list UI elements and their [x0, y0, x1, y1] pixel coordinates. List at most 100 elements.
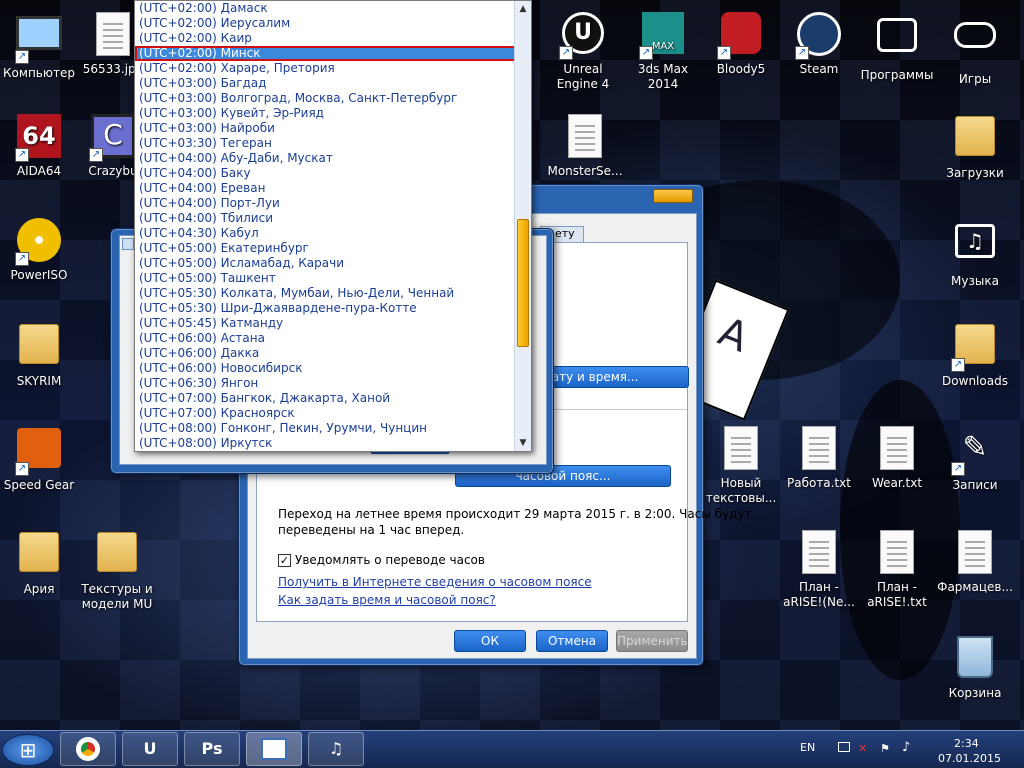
desktop-icon-plan-txt[interactable]: План - aRISE!.txt: [858, 528, 936, 610]
timezone-dropdown-list[interactable]: (UTC+02:00) Дамаск (UTC+02:00) Иерусалим(…: [134, 0, 532, 452]
language-indicator[interactable]: EN: [800, 741, 815, 754]
timezone-option[interactable]: (UTC+04:00) Порт-Луи: [135, 196, 531, 211]
desktop-icon-textures[interactable]: Текстуры и модели MU: [78, 528, 156, 612]
timezone-option[interactable]: (UTC+05:30) Колката, Мумбаи, Нью-Дели, Ч…: [135, 286, 531, 301]
timezone-option[interactable]: (UTC+02:00) Каир: [135, 31, 531, 46]
timezone-option[interactable]: (UTC+08:00) Гонконг, Пекин, Урумчи, Чунц…: [135, 421, 531, 436]
ok-button[interactable]: ОК: [454, 630, 526, 652]
desktop-icon-notes[interactable]: ✎ ↗ Записи: [936, 424, 1014, 493]
icon-label: Записи: [952, 478, 998, 492]
timezone-option[interactable]: (UTC+03:30) Тегеран: [135, 136, 531, 151]
taskbar-itunes[interactable]: ♫: [308, 732, 364, 766]
timezone-option[interactable]: (UTC+06:00) Дакка: [135, 346, 531, 361]
desktop-icon-plan-ne[interactable]: План - aRISE!(Ne...: [780, 528, 858, 610]
shortcut-arrow-icon: ↗: [15, 50, 29, 64]
icon-label: План - aRISE!.txt: [867, 580, 927, 609]
desktop-icon-new-text[interactable]: Новый текстовы...: [702, 424, 780, 506]
timezone-option[interactable]: (UTC+02:00) Иерусалим: [135, 16, 531, 31]
clock-date[interactable]: 07.01.2015: [938, 752, 1001, 765]
folder-box-icon: [877, 18, 917, 52]
button-label: ОК: [481, 634, 499, 648]
button-label: Применить: [617, 634, 688, 648]
notify-checkbox[interactable]: ✓: [278, 554, 291, 567]
scroll-thumb[interactable]: [517, 219, 529, 347]
scroll-up-arrow-icon[interactable]: ▲: [515, 1, 531, 17]
desktop-icon-pharma[interactable]: Фармацев...: [936, 528, 1014, 595]
clock-time[interactable]: 2:34: [954, 737, 979, 750]
start-button[interactable]: ⊞: [2, 734, 54, 766]
timezone-option[interactable]: (UTC+05:00) Исламабад, Карачи: [135, 256, 531, 271]
windows-logo-icon: ⊞: [19, 738, 37, 762]
desktop-icon-downloads-ru[interactable]: Загрузки: [936, 112, 1014, 181]
timezone-option[interactable]: (UTC+07:00) Бангкок, Джакарта, Ханой: [135, 391, 531, 406]
cancel-button[interactable]: Отмена: [536, 630, 608, 652]
timezone-option[interactable]: (UTC+05:00) Ташкент: [135, 271, 531, 286]
desktop-icon-aria[interactable]: Ария: [0, 528, 78, 597]
shortcut-arrow-icon: ↗: [559, 46, 573, 60]
desktop-icon-rabota[interactable]: Работа.txt: [780, 424, 858, 491]
desktop-icon-monsterse[interactable]: MonsterSe...: [546, 112, 624, 179]
timezone-option[interactable]: (UTC+08:00) Иркутск: [135, 436, 531, 451]
icon-label: Новый текстовы...: [705, 476, 777, 505]
desktop-icon-steam[interactable]: ↗ Steam: [780, 10, 858, 77]
timezone-option[interactable]: (UTC+05:00) Екатеринбург: [135, 241, 531, 256]
computer-icon: [16, 16, 62, 50]
text-file-icon: [802, 530, 836, 574]
shortcut-arrow-icon: ↗: [89, 148, 103, 162]
desktop-icon-skyrim[interactable]: SKYRIM: [0, 320, 78, 389]
timezone-option[interactable]: (UTC+04:00) Баку: [135, 166, 531, 181]
action-center-icon[interactable]: [838, 742, 850, 752]
timezone-option[interactable]: (UTC+02:00) Дамаск: [135, 1, 531, 16]
howto-link[interactable]: Как задать время и часовой пояс?: [278, 593, 496, 607]
timezone-option[interactable]: (UTC+05:30) Шри-Джаявардене-пура-Котте: [135, 301, 531, 316]
desktop-icon-programs[interactable]: Программы: [858, 10, 936, 83]
timezone-option[interactable]: (UTC+06:00) Новосибирск: [135, 361, 531, 376]
timezone-option[interactable]: (UTC+07:00) Красноярск: [135, 406, 531, 421]
desktop-icon-bloody5[interactable]: ↗ Bloody5: [702, 10, 780, 77]
icon-label: Компьютер: [3, 66, 75, 80]
maximize-button[interactable]: [653, 189, 693, 203]
timezone-option[interactable]: (UTC+04:00) Тбилиси: [135, 211, 531, 226]
timezone-option[interactable]: (UTC+03:00) Найроби: [135, 121, 531, 136]
taskbar-unreal[interactable]: U: [122, 732, 178, 766]
text-file-icon: [724, 426, 758, 470]
icon-label: Downloads: [942, 374, 1008, 388]
shortcut-arrow-icon: ↗: [951, 358, 965, 372]
flag-icon[interactable]: ⚑: [880, 742, 890, 755]
timezone-option[interactable]: (UTC+04:00) Ереван: [135, 181, 531, 196]
desktop-icon-aida64[interactable]: 64 ↗ AIDA64: [0, 112, 78, 179]
taskbar-chrome[interactable]: [60, 732, 116, 766]
desktop-icon-music[interactable]: ♫ Музыка: [936, 216, 1014, 289]
timezone-option[interactable]: (UTC+05:45) Катманду: [135, 316, 531, 331]
desktop-icon-games[interactable]: Игры: [936, 10, 1014, 87]
timezone-option[interactable]: (UTC+06:00) Астана: [135, 331, 531, 346]
timezone-option[interactable]: (UTC+02:00) Хараре, Претория: [135, 61, 531, 76]
desktop-icon-wear[interactable]: Wear.txt: [858, 424, 936, 491]
timezone-option[interactable]: (UTC+03:00) Волгоград, Москва, Санкт-Пет…: [135, 91, 531, 106]
apply-button: Применить: [616, 630, 688, 652]
taskbar-datetime[interactable]: [246, 732, 302, 766]
timezone-option[interactable]: (UTC+04:00) Абу-Даби, Мускат: [135, 151, 531, 166]
scroll-down-arrow-icon[interactable]: ▼: [515, 435, 531, 451]
desktop-icon-downloads[interactable]: ↗ Downloads: [936, 320, 1014, 389]
folder-icon: [19, 532, 59, 572]
desktop-icon-unreal[interactable]: U ↗ Unreal Engine 4: [544, 10, 622, 92]
icon-label: Работа.txt: [786, 476, 851, 490]
timezone-option[interactable]: (UTC+04:30) Кабул: [135, 226, 531, 241]
desktop-icon-3dsmax[interactable]: MAX ↗ 3ds Max 2014: [624, 10, 702, 92]
network-icon[interactable]: ✕: [858, 742, 867, 755]
timezone-option-selected[interactable]: (UTC+02:00) Минск: [135, 46, 531, 61]
timezone-online-link[interactable]: Получить в Интернете сведения о часовом …: [278, 575, 592, 589]
timezone-option[interactable]: (UTC+06:30) Янгон: [135, 376, 531, 391]
desktop-icon-poweriso[interactable]: ↗ PowerISO: [0, 216, 78, 283]
timezone-option[interactable]: (UTC+03:00) Багдад: [135, 76, 531, 91]
desktop-icon-speedgear[interactable]: ↗ Speed Gear: [0, 424, 78, 493]
volume-icon[interactable]: ♪: [902, 740, 910, 755]
taskbar-photoshop[interactable]: Ps: [184, 732, 240, 766]
icon-label: Загрузки: [946, 166, 1004, 180]
timezone-option[interactable]: (UTC+03:00) Кувейт, Эр-Рияд: [135, 106, 531, 121]
desktop-icon-recycle-bin[interactable]: Корзина: [936, 632, 1014, 701]
text-file-icon: [568, 114, 602, 158]
desktop-icon-computer[interactable]: ↗ Компьютер: [0, 10, 78, 81]
list-scrollbar[interactable]: ▲ ▼: [514, 1, 531, 451]
